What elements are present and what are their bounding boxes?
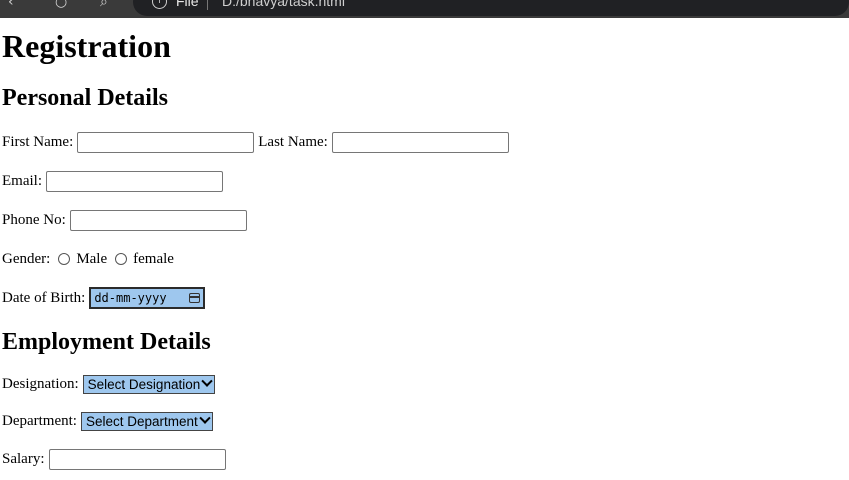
chevron-down-icon	[201, 375, 213, 387]
department-row: Department: Select Department	[2, 410, 213, 432]
gender-male-radio[interactable]	[58, 253, 71, 265]
dob-date-input[interactable]: dd-mm-yyyy	[89, 287, 206, 309]
gender-label: Gender:	[2, 250, 51, 267]
phone-input[interactable]	[69, 209, 247, 231]
phone-row: Phone No:	[2, 209, 251, 231]
file-scheme-label: File	[176, 0, 199, 9]
gender-female-label[interactable]: female	[133, 251, 174, 268]
dob-placeholder: dd-mm-yyyy	[94, 291, 167, 305]
department-label: Department:	[2, 412, 77, 429]
reload-icon[interactable]: ○	[55, 0, 67, 9]
designation-label: Designation:	[2, 375, 79, 392]
dob-label: Date of Birth:	[2, 289, 86, 306]
personal-details-heading: Personal Details	[2, 85, 168, 111]
salary-row: Salary:	[2, 448, 230, 470]
gender-row: Gender: Male female	[2, 248, 174, 270]
name-row: First Name: Last Name:	[2, 131, 513, 153]
calendar-icon[interactable]	[189, 293, 201, 303]
gender-female-radio[interactable]	[115, 253, 128, 265]
designation-selected-value: Select Designation	[87, 376, 201, 392]
email-input[interactable]	[46, 170, 223, 192]
first-name-label: First Name:	[2, 133, 74, 150]
dob-row: Date of Birth: dd-mm-yyyy	[2, 287, 206, 309]
search-icon[interactable]: ⌕	[100, 0, 108, 9]
employment-details-heading: Employment Details	[2, 329, 211, 355]
gender-male-label[interactable]: Male	[76, 251, 107, 268]
last-name-input[interactable]	[331, 131, 509, 153]
last-name-label: Last Name:	[258, 133, 328, 150]
chevron-down-icon	[199, 412, 211, 424]
page-title: Registration	[2, 28, 171, 64]
url-text[interactable]: D:/bhavya/task.html	[222, 0, 345, 9]
designation-row: Designation: Select Designation	[2, 373, 216, 395]
salary-input[interactable]	[48, 448, 226, 470]
salary-label: Salary:	[2, 450, 45, 467]
browser-toolbar: ‹ ○ ⌕ i File D:/bhavya/task.html	[0, 0, 849, 18]
designation-select[interactable]: Select Designation	[82, 374, 216, 394]
email-row: Email:	[2, 170, 227, 192]
first-name-input[interactable]	[77, 131, 255, 153]
back-arrow-icon[interactable]: ‹	[8, 0, 14, 9]
phone-label: Phone No:	[2, 211, 66, 228]
department-select[interactable]: Select Department	[80, 411, 213, 431]
email-label: Email:	[2, 172, 42, 189]
department-selected-value: Select Department	[85, 413, 198, 429]
url-separator	[207, 0, 208, 10]
